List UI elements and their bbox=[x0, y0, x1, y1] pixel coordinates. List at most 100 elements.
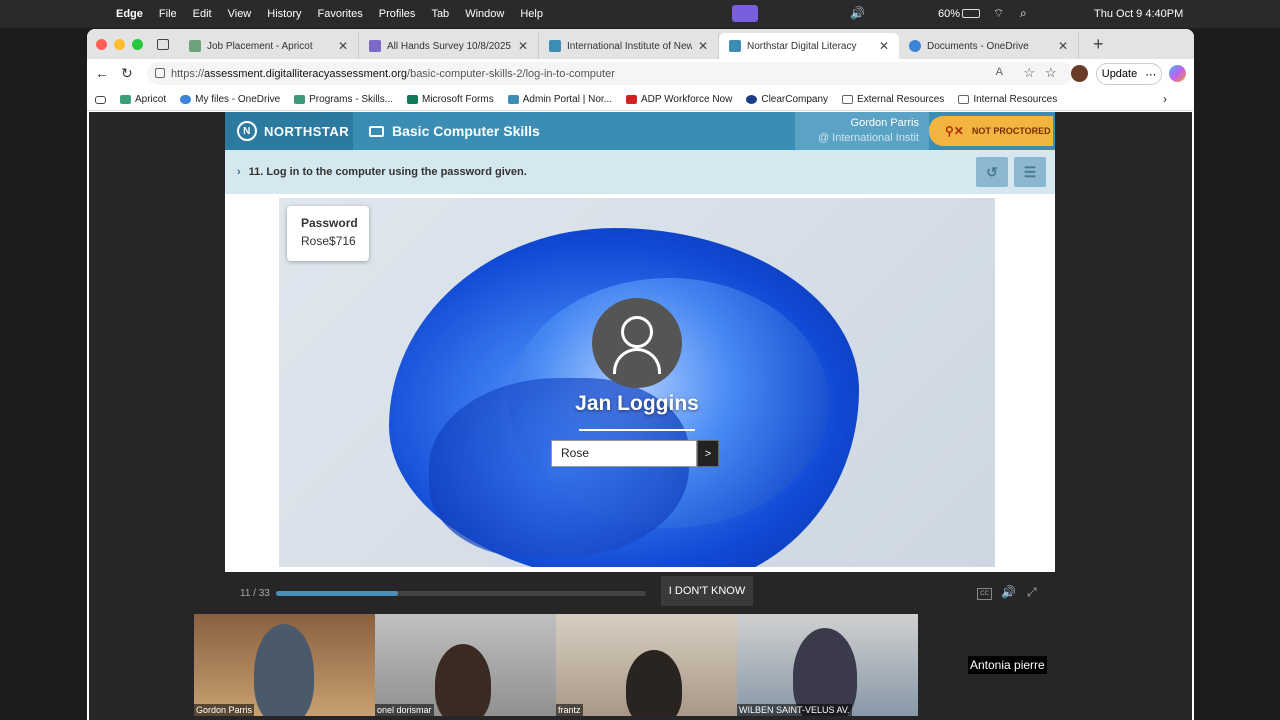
site-info-icon[interactable] bbox=[155, 68, 165, 78]
tab-all-hands-survey[interactable]: All Hands Survey 10/8/2025 ✕ bbox=[359, 33, 539, 59]
submit-arrow-button[interactable]: > bbox=[697, 440, 719, 467]
fav-external-resources[interactable]: External Resources bbox=[842, 94, 944, 105]
copilot-icon[interactable] bbox=[1169, 65, 1186, 82]
user-info: Gordon Parris @ International Instit bbox=[795, 112, 929, 150]
question-list-button[interactable]: ☰ bbox=[1014, 157, 1046, 187]
question-bar: › 11. Log in to the computer using the p… bbox=[225, 150, 1055, 194]
video-tile-onel[interactable]: onel dorismar bbox=[375, 614, 556, 716]
not-proctored-badge: ⚲✕ NOT PROCTORED bbox=[929, 116, 1053, 146]
participant-name: WILBEN SAINT-VELUS AV. bbox=[737, 704, 852, 716]
fav-onedrive[interactable]: My files - OneDrive bbox=[180, 94, 280, 105]
skills-icon bbox=[294, 95, 306, 104]
user-name: Gordon Parris bbox=[850, 117, 919, 129]
user-avatar-icon bbox=[592, 298, 682, 388]
participant-figure bbox=[254, 624, 314, 716]
chevron-right-icon[interactable]: › bbox=[1163, 92, 1167, 106]
menu-favorites[interactable]: Favorites bbox=[318, 8, 363, 20]
menu-help[interactable]: Help bbox=[520, 8, 543, 20]
tab-strip: Job Placement - Apricot ✕ All Hands Surve… bbox=[87, 29, 1194, 59]
close-tab-icon[interactable]: ✕ bbox=[879, 39, 889, 53]
apricot-favicon-icon bbox=[189, 40, 201, 52]
onedrive-icon bbox=[180, 95, 192, 104]
fav-label: Programs - Skills... bbox=[309, 94, 394, 105]
close-tab-icon[interactable]: ✕ bbox=[1058, 39, 1068, 53]
assessment-header: N NORTHSTAR Basic Computer Skills Gordon … bbox=[225, 112, 1055, 150]
fav-clearcompany[interactable]: ClearCompany bbox=[746, 94, 828, 105]
update-button[interactable]: Update ⋯ bbox=[1096, 63, 1162, 85]
close-tab-icon[interactable]: ✕ bbox=[518, 39, 528, 53]
favorites-bar-icon[interactable]: ☆ bbox=[1045, 65, 1057, 81]
macos-menubar: Edge File Edit View History Favorites Pr… bbox=[0, 0, 1280, 28]
progress-bar bbox=[276, 590, 646, 596]
back-icon[interactable]: ← bbox=[95, 65, 109, 81]
menu-edit[interactable]: Edit bbox=[193, 8, 212, 20]
participant-name: onel dorismar bbox=[375, 704, 434, 716]
tab-job-placement[interactable]: Job Placement - Apricot ✕ bbox=[179, 33, 359, 59]
fav-adp[interactable]: ADP Workforce Now bbox=[626, 94, 732, 105]
question-counter: 11 / 33 bbox=[240, 587, 270, 599]
video-tile-frantz[interactable]: frantz bbox=[556, 614, 737, 716]
chevron-right-icon[interactable]: › bbox=[237, 166, 241, 178]
volume-icon[interactable]: 🔊 bbox=[1001, 585, 1016, 599]
favorites-bar: Apricot My files - OneDrive Programs - S… bbox=[87, 89, 1194, 111]
fav-label: Internal Resources bbox=[973, 94, 1058, 105]
proctor-label: NOT PROCTORED bbox=[971, 126, 1051, 136]
menu-tab[interactable]: Tab bbox=[431, 8, 449, 20]
video-tile-antonia[interactable]: Antonia pierre bbox=[918, 614, 1099, 716]
reload-icon[interactable]: ↻ bbox=[121, 65, 133, 82]
tab-documents-onedrive[interactable]: Documents - OneDrive ✕ bbox=[899, 33, 1079, 59]
apricot-icon bbox=[120, 95, 131, 104]
menu-file[interactable]: File bbox=[159, 8, 177, 20]
close-window-button[interactable] bbox=[96, 38, 107, 50]
clock[interactable]: Thu Oct 9 4:40PM bbox=[1094, 8, 1183, 20]
video-call-strip: Gordon Parris onel dorismar frantz WILBE… bbox=[194, 614, 1100, 720]
closed-captions-icon[interactable]: CC bbox=[977, 588, 992, 600]
more-icon: ⋯ bbox=[1145, 68, 1157, 81]
wifi-icon[interactable]: ⌔ bbox=[993, 6, 1004, 21]
menu-window[interactable]: Window bbox=[465, 8, 504, 20]
search-icon[interactable]: ⌕ bbox=[1020, 6, 1027, 21]
favorite-star-icon[interactable]: ☆ bbox=[1023, 65, 1035, 81]
password-input[interactable]: Rose bbox=[551, 440, 697, 467]
update-label: Update bbox=[1101, 68, 1138, 80]
tab-northstar[interactable]: Northstar Digital Literacy ✕ bbox=[719, 33, 899, 59]
name-underline bbox=[579, 429, 695, 431]
fav-internal-resources[interactable]: Internal Resources bbox=[958, 94, 1057, 105]
fav-microsoft-forms[interactable]: Microsoft Forms bbox=[407, 94, 494, 105]
fav-programs[interactable]: Programs - Skills... bbox=[294, 94, 393, 105]
replay-audio-button[interactable]: ↺ bbox=[976, 157, 1008, 187]
read-aloud-icon[interactable]: A bbox=[996, 66, 1003, 78]
close-tab-icon[interactable]: ✕ bbox=[698, 39, 708, 53]
participant-name: Antonia pierre bbox=[968, 656, 1047, 674]
close-tab-icon[interactable]: ✕ bbox=[338, 39, 348, 53]
forms-favicon-icon bbox=[369, 40, 381, 52]
url-field[interactable]: https://assessment.digitalliteracyassess… bbox=[147, 62, 1073, 85]
minimize-window-button[interactable] bbox=[114, 38, 125, 50]
screen-share-icon[interactable] bbox=[732, 5, 758, 22]
fav-label: External Resources bbox=[857, 94, 945, 105]
menu-app[interactable]: Edge bbox=[116, 8, 143, 20]
fav-admin-portal[interactable]: Admin Portal | Nor... bbox=[507, 94, 612, 105]
video-tile-wilben[interactable]: WILBEN SAINT-VELUS AV. bbox=[737, 614, 918, 716]
battery-percent: 60% bbox=[938, 8, 961, 20]
fullscreen-icon[interactable]: ⤢ bbox=[1027, 585, 1037, 600]
reading-list-icon[interactable] bbox=[95, 95, 106, 104]
fav-label: My files - OneDrive bbox=[195, 94, 281, 105]
volume-icon[interactable]: 🔊 bbox=[850, 6, 865, 20]
menu-view[interactable]: View bbox=[228, 8, 252, 20]
i-dont-know-button[interactable]: I DON'T KNOW bbox=[661, 576, 753, 606]
zoom-window-button[interactable] bbox=[132, 38, 143, 50]
profile-avatar[interactable] bbox=[1071, 65, 1088, 82]
video-tile-gordon[interactable]: Gordon Parris bbox=[194, 614, 375, 716]
new-tab-button[interactable]: + bbox=[1093, 34, 1104, 55]
menu-history[interactable]: History bbox=[267, 8, 301, 20]
tab-actions-icon[interactable] bbox=[157, 38, 169, 50]
question-text: 11. Log in to the computer using the pas… bbox=[248, 166, 527, 178]
fav-apricot[interactable]: Apricot bbox=[120, 94, 166, 105]
tab-international-institute[interactable]: International Institute of New E ✕ bbox=[539, 33, 719, 59]
northstar-logo: N NORTHSTAR bbox=[225, 112, 353, 150]
battery-icon[interactable] bbox=[962, 9, 980, 18]
module-title: Basic Computer Skills bbox=[369, 123, 540, 139]
menu-profiles[interactable]: Profiles bbox=[379, 8, 416, 20]
address-bar-row: ← ↻ https://assessment.digitalliteracyas… bbox=[87, 59, 1194, 89]
